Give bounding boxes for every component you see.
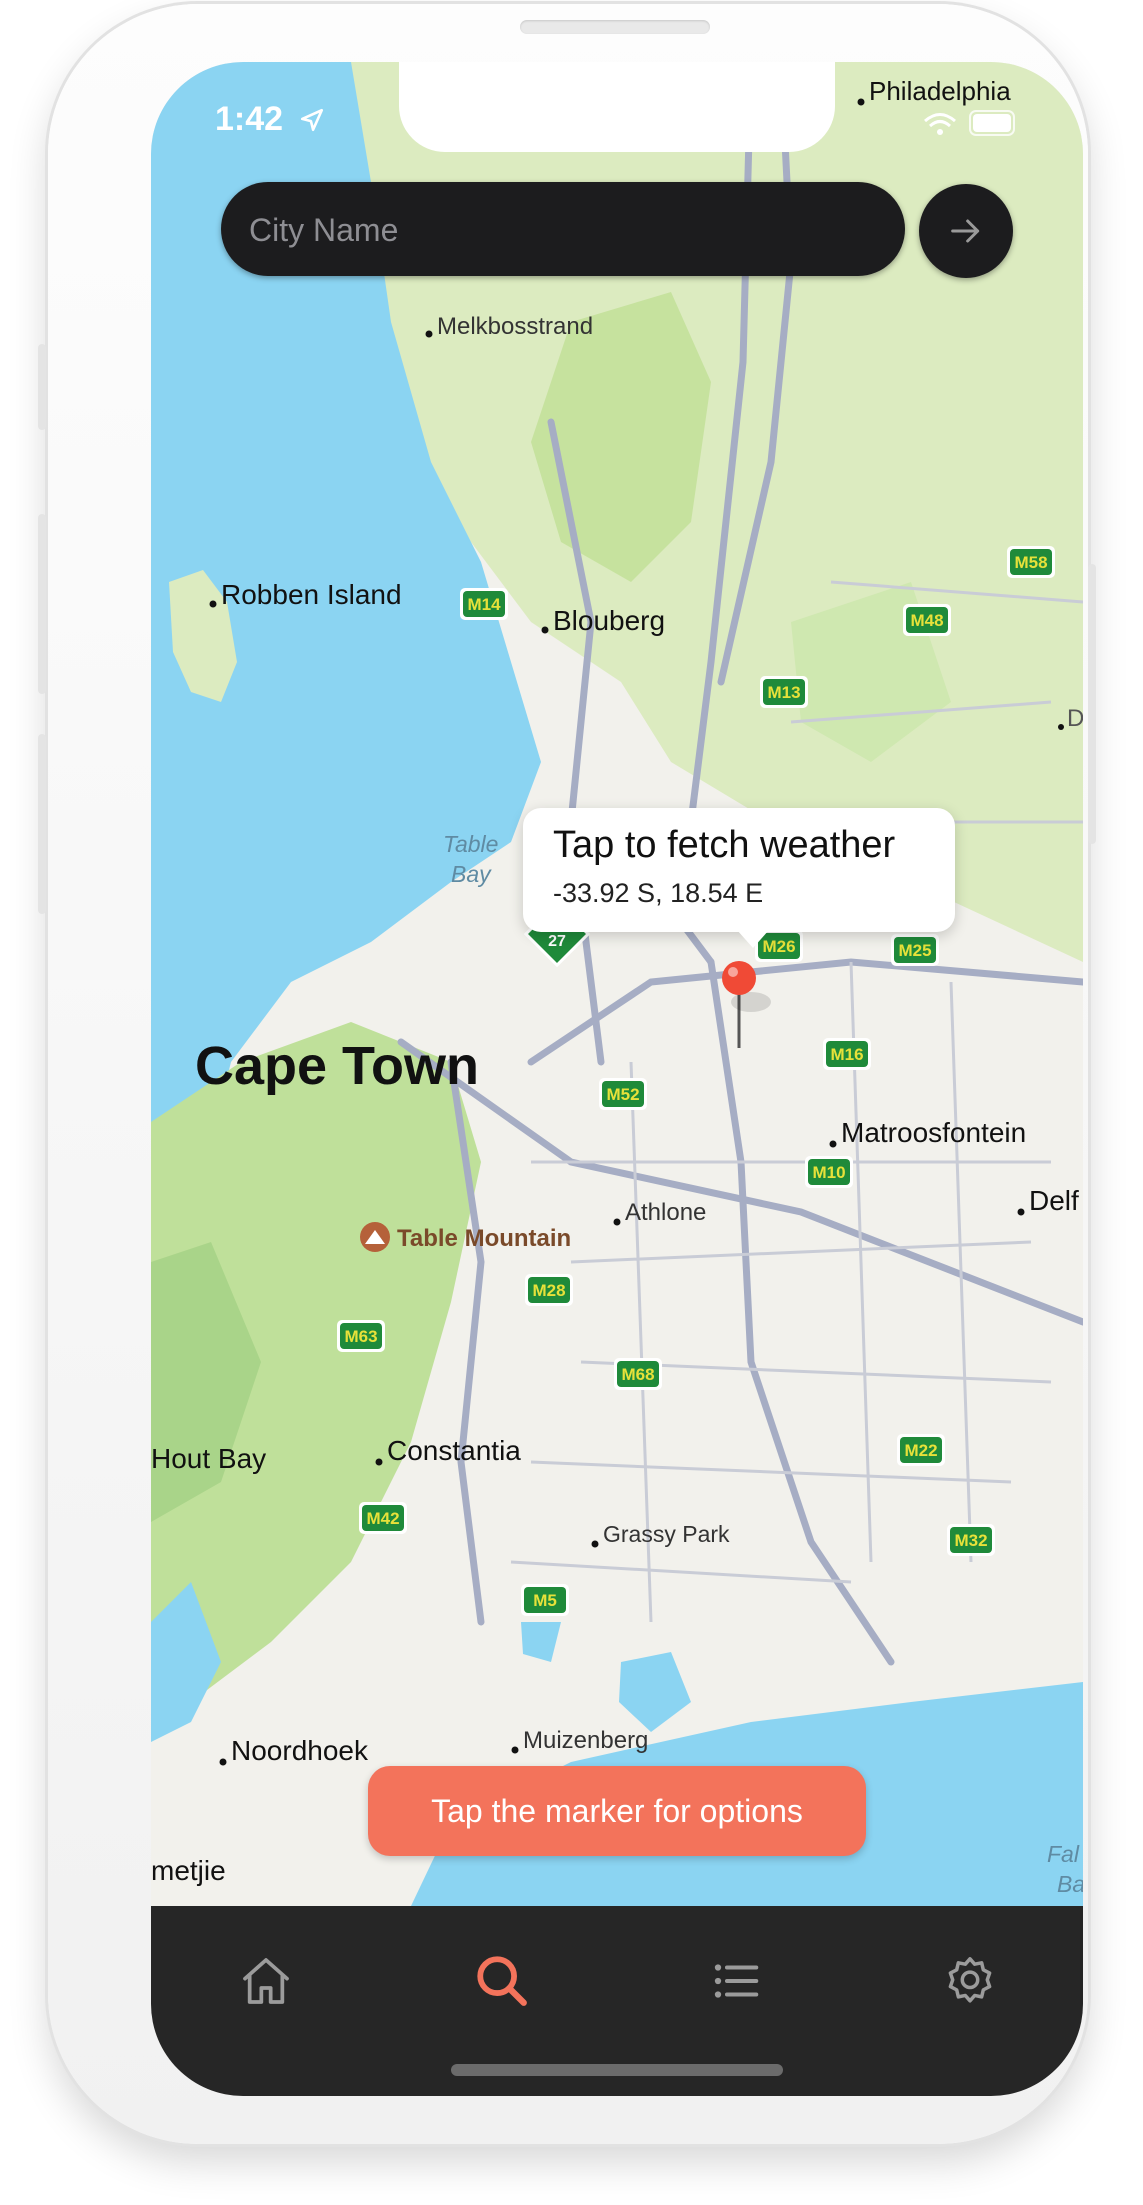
route-shield-m5: M5 (521, 1584, 569, 1616)
city-name-input[interactable] (247, 202, 871, 258)
gear-icon (948, 1957, 992, 2003)
arrow-right-icon (951, 219, 980, 243)
route-shield-m63: M63 (337, 1320, 385, 1352)
map-label-metjie: metjie (151, 1855, 226, 1886)
svg-text:M5: M5 (533, 1591, 557, 1610)
status-time: 1:42 (215, 100, 325, 139)
svg-text:M58: M58 (1014, 553, 1047, 572)
map-label-false-bay-2: Ba (1057, 1871, 1083, 1897)
tab-list[interactable] (691, 1936, 781, 2026)
svg-text:M14: M14 (467, 595, 501, 614)
speaker-grille (520, 20, 710, 34)
svg-text:M48: M48 (910, 611, 943, 630)
callout-tail (737, 930, 769, 948)
map-label-grassy-park: Grassy Park (603, 1521, 730, 1547)
map-label-athlone: Athlone (625, 1199, 706, 1226)
map-label-table-bay: Table (443, 831, 498, 857)
battery-icon (969, 110, 1015, 136)
map-label-hout-bay: Hout Bay (151, 1443, 266, 1474)
list-icon (714, 1964, 759, 1998)
search-bar (221, 182, 905, 276)
route-shield-m10: M10 (805, 1156, 853, 1188)
svg-text:M16: M16 (830, 1045, 863, 1064)
map-label-cape-town: Cape Town (195, 1036, 479, 1096)
location-arrow-icon (300, 108, 323, 132)
route-shield-m58: M58 (1007, 546, 1055, 578)
svg-text:M25: M25 (898, 941, 931, 960)
svg-text:M28: M28 (532, 1281, 565, 1300)
tab-bar (151, 1906, 1083, 2096)
map-label-matroosfontein: Matroosfontein (841, 1117, 1026, 1148)
search-go-button[interactable] (919, 184, 1013, 278)
map-label-robben-island: Robben Island (221, 579, 402, 610)
route-shield-m68: M68 (614, 1358, 662, 1390)
map-label-melkbosstrand: Melkbosstrand (437, 313, 593, 340)
route-shield-m14: M14 (460, 588, 508, 620)
map-label-d-edge: D (1067, 705, 1083, 732)
svg-text:27: 27 (548, 933, 566, 950)
home-icon (243, 1958, 289, 2004)
marker-callout[interactable]: Tap to fetch weather -33.92 S, 18.54 E (523, 808, 955, 932)
map-label-muizenberg: Muizenberg (523, 1727, 648, 1754)
screen: Cape Town Philadelphia Melkbosstrand Rob… (151, 62, 1083, 2096)
toast-message: Tap the marker for options (368, 1766, 866, 1856)
map-label-blouberg: Blouberg (553, 605, 665, 636)
route-shield-m16: M16 (823, 1038, 871, 1070)
map-view[interactable]: Cape Town Philadelphia Melkbosstrand Rob… (151, 62, 1083, 1906)
svg-text:M13: M13 (767, 683, 800, 702)
svg-text:M63: M63 (344, 1327, 377, 1346)
home-indicator (451, 2064, 783, 2076)
svg-text:M10: M10 (812, 1163, 845, 1182)
route-shield-m52: M52 (599, 1078, 647, 1110)
tab-home[interactable] (221, 1936, 311, 2026)
map-label-philadelphia: Philadelphia (869, 76, 1011, 106)
map-label-delft: Delf (1029, 1185, 1079, 1216)
volume-up-button (38, 514, 46, 694)
callout-coordinates: -33.92 S, 18.54 E (553, 878, 764, 908)
power-button (1088, 564, 1096, 844)
map-label-constantia: Constantia (387, 1435, 521, 1466)
tab-search[interactable] (457, 1936, 547, 2026)
route-shield-m32: M32 (947, 1524, 995, 1556)
tab-settings[interactable] (925, 1936, 1015, 2026)
svg-text:M42: M42 (366, 1509, 399, 1528)
wifi-icon (924, 113, 956, 135)
route-shield-m28: M28 (525, 1274, 573, 1306)
phone-frame: Cape Town Philadelphia Melkbosstrand Rob… (38, 4, 1096, 2144)
svg-text:M22: M22 (904, 1441, 937, 1460)
route-shield-m48: M48 (903, 604, 951, 636)
svg-text:M32: M32 (954, 1531, 987, 1550)
map-label-table-mountain: Table Mountain (397, 1225, 571, 1252)
route-shield-m22: M22 (897, 1434, 945, 1466)
callout-title: Tap to fetch weather (553, 824, 896, 866)
notch (399, 62, 835, 152)
route-shield-m25: M25 (891, 934, 939, 966)
map-label-table-bay-2: Bay (451, 861, 492, 887)
map-label-noordhoek: Noordhoek (231, 1735, 369, 1766)
map-label-false-bay-1: Fal (1047, 1841, 1080, 1867)
volume-down-button (38, 734, 46, 914)
svg-text:M52: M52 (606, 1085, 639, 1104)
svg-text:M68: M68 (621, 1365, 654, 1384)
route-shield-m13: M13 (760, 676, 808, 708)
route-shield-m42: M42 (359, 1502, 407, 1534)
mute-switch (38, 344, 46, 430)
search-icon (477, 1956, 527, 2006)
